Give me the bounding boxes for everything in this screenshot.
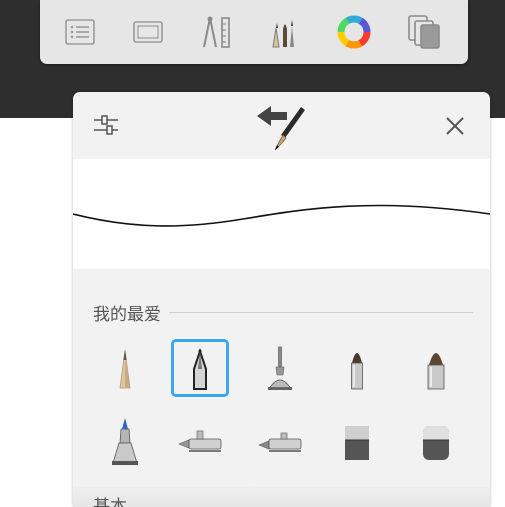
scroll-fade	[73, 487, 490, 507]
ruler-guides-button[interactable]	[198, 14, 234, 50]
layers-list-icon	[65, 19, 95, 45]
technical-pen-brush-icon	[268, 346, 292, 390]
brush-library-icon	[272, 20, 294, 48]
ballpoint-brush[interactable]	[171, 339, 229, 397]
hard-eraser-brush[interactable]	[328, 413, 386, 471]
brush-library-button[interactable]	[266, 14, 302, 50]
canvas-frame-button[interactable]	[130, 14, 166, 50]
copy-layers-button[interactable]	[406, 14, 442, 50]
technical-pen-brush[interactable]	[251, 339, 309, 397]
favorites-brush-grid	[73, 92, 490, 507]
airbrush-brush-icon	[178, 430, 222, 452]
wide-paintbrush-brush[interactable]	[407, 339, 465, 397]
airbrush-brush[interactable]	[171, 413, 229, 471]
wide-paintbrush-brush-icon	[427, 353, 445, 390]
pencil-brush[interactable]	[96, 339, 154, 397]
brush-panel: 我的最爱 基本	[73, 92, 490, 507]
soft-eraser-brush[interactable]	[407, 413, 465, 471]
color-wheel-icon	[337, 15, 371, 49]
paintbrush-brush[interactable]	[328, 339, 386, 397]
next-section-title: 基本	[93, 497, 127, 507]
top-toolbar	[40, 0, 468, 64]
canvas-frame-icon	[133, 21, 163, 43]
color-wheel-button[interactable]	[336, 14, 372, 50]
ballpoint-brush-icon	[193, 347, 207, 390]
soft-eraser-brush-icon	[423, 426, 449, 460]
marker-brush[interactable]	[96, 413, 154, 471]
copy-layers-icon	[408, 15, 440, 49]
marker-brush-icon	[112, 418, 138, 465]
paintbrush-brush-icon	[351, 353, 363, 390]
hard-eraser-brush-icon	[345, 426, 369, 460]
fine-airbrush-brush[interactable]	[251, 413, 309, 471]
fine-airbrush-brush-icon	[258, 432, 302, 452]
ruler-guides-icon	[203, 16, 230, 48]
pencil-brush-icon	[119, 349, 131, 389]
layers-list-button[interactable]	[62, 14, 98, 50]
